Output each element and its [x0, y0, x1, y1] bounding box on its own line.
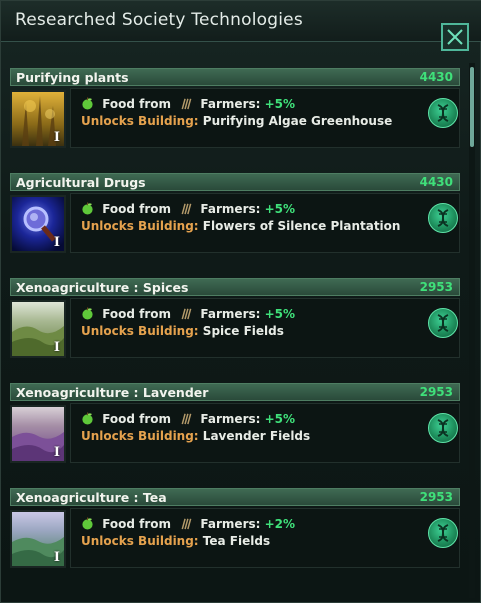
food-modifier-line: Food from Farmers: +5%	[81, 202, 295, 216]
tier-label: I	[53, 340, 60, 355]
unlocks-line: Unlocks Building: Flowers of Silence Pla…	[81, 219, 400, 233]
tech-header: Purifying plants 4430	[10, 68, 460, 86]
unlocks-line: Unlocks Building: Spice Fields	[81, 324, 284, 338]
tech-name: Agricultural Drugs	[16, 175, 146, 190]
tea-fields-icon: I	[10, 510, 66, 568]
unlocks-label: Unlocks Building:	[81, 429, 199, 443]
unlocks-building[interactable]: Spice Fields	[203, 324, 284, 338]
unlocks-line: Unlocks Building: Lavender Fields	[81, 429, 310, 443]
spice-fields-icon: I	[10, 300, 66, 358]
food-modifier-line: Food from Farmers: +5%	[81, 307, 295, 321]
society-research-icon	[428, 308, 458, 338]
tech-header: Xenoagriculture : Spices 2953	[10, 278, 460, 296]
tech-details: Food from Farmers: +5% Unlocks Building:…	[70, 298, 460, 358]
food-icon	[82, 412, 93, 425]
unlocks-label: Unlocks Building:	[81, 534, 199, 548]
tech-header: Xenoagriculture : Tea 2953	[10, 488, 460, 506]
food-icon	[82, 517, 93, 530]
food-icon	[82, 97, 93, 110]
farmers-label: Farmers:	[200, 202, 261, 216]
modifier-value: +5%	[264, 97, 296, 111]
society-research-icon	[428, 98, 458, 128]
farmers-label: Farmers:	[200, 517, 261, 531]
agricultural-drugs-icon: I	[10, 195, 66, 253]
tech-cost: 2953	[419, 490, 453, 504]
farmer-icon	[181, 203, 192, 215]
tech-name: Purifying plants	[16, 70, 129, 85]
food-label: Food from	[102, 517, 172, 531]
tier-label: I	[53, 445, 60, 460]
window-title: Researched Society Technologies	[15, 10, 303, 30]
food-label: Food from	[102, 97, 172, 111]
tech-header: Agricultural Drugs 4430	[10, 173, 460, 191]
modifier-value: +5%	[264, 307, 296, 321]
close-icon	[447, 29, 463, 45]
food-icon	[82, 202, 93, 215]
tech-header: Xenoagriculture : Lavender 2953	[10, 383, 460, 401]
purifying-plants-icon: I	[10, 90, 66, 148]
unlocks-line: Unlocks Building: Purifying Algae Greenh…	[81, 114, 392, 128]
modifier-value: +5%	[264, 202, 296, 216]
tech-entry[interactable]: Xenoagriculture : Spices 2953 I Food fro…	[10, 278, 460, 378]
tech-entry[interactable]: Xenoagriculture : Lavender 2953 I Food f…	[10, 383, 460, 483]
tech-name: Xenoagriculture : Tea	[16, 490, 167, 505]
farmer-icon	[181, 413, 192, 425]
farmers-label: Farmers:	[200, 412, 261, 426]
food-modifier-line: Food from Farmers: +2%	[81, 517, 295, 531]
tier-label: I	[53, 130, 60, 145]
tech-entry[interactable]: Xenoagriculture : Tea 2953 I Food from F…	[10, 488, 460, 588]
farmer-icon	[181, 518, 192, 530]
unlocks-building[interactable]: Purifying Algae Greenhouse	[203, 114, 392, 128]
tech-cost: 2953	[419, 385, 453, 399]
unlocks-label: Unlocks Building:	[81, 219, 199, 233]
modifier-value: +5%	[264, 412, 296, 426]
food-modifier-line: Food from Farmers: +5%	[81, 97, 295, 111]
society-research-icon	[428, 203, 458, 233]
close-button[interactable]	[441, 23, 469, 51]
researched-technologies-window: Researched Society Technologies Purifyin…	[0, 0, 481, 603]
tier-label: I	[53, 235, 60, 250]
tech-details: Food from Farmers: +5% Unlocks Building:…	[70, 403, 460, 463]
tech-cost: 2953	[419, 280, 453, 294]
tech-cost: 4430	[419, 175, 453, 189]
tech-entry[interactable]: Agricultural Drugs 4430 I Food from Farm…	[10, 173, 460, 273]
unlocks-label: Unlocks Building:	[81, 324, 199, 338]
society-research-icon	[428, 518, 458, 548]
tech-details: Food from Farmers: +5% Unlocks Building:…	[70, 88, 460, 148]
window-titlebar: Researched Society Technologies	[1, 1, 481, 42]
food-label: Food from	[102, 202, 172, 216]
tech-entry[interactable]: Purifying plants 4430 I Food from Farmer…	[10, 68, 460, 168]
tech-name: Xenoagriculture : Spices	[16, 280, 189, 295]
food-label: Food from	[102, 307, 172, 321]
farmer-icon	[181, 308, 192, 320]
unlocks-line: Unlocks Building: Tea Fields	[81, 534, 270, 548]
tech-details: Food from Farmers: +5% Unlocks Building:…	[70, 193, 460, 253]
unlocks-building[interactable]: Tea Fields	[203, 534, 270, 548]
food-icon	[82, 307, 93, 320]
farmers-label: Farmers:	[200, 307, 261, 321]
tier-label: I	[53, 550, 60, 565]
tech-cost: 4430	[419, 70, 453, 84]
lavender-fields-icon: I	[10, 405, 66, 463]
farmer-icon	[181, 98, 192, 110]
food-label: Food from	[102, 412, 172, 426]
modifier-value: +2%	[264, 517, 296, 531]
society-research-icon	[428, 413, 458, 443]
unlocks-building[interactable]: Lavender Fields	[203, 429, 310, 443]
unlocks-label: Unlocks Building:	[81, 114, 199, 128]
farmers-label: Farmers:	[200, 97, 261, 111]
tech-details: Food from Farmers: +2% Unlocks Building:…	[70, 508, 460, 568]
scrollbar-thumb[interactable]	[470, 67, 474, 147]
food-modifier-line: Food from Farmers: +5%	[81, 412, 295, 426]
tech-name: Xenoagriculture : Lavender	[16, 385, 209, 400]
unlocks-building[interactable]: Flowers of Silence Plantation	[203, 219, 401, 233]
